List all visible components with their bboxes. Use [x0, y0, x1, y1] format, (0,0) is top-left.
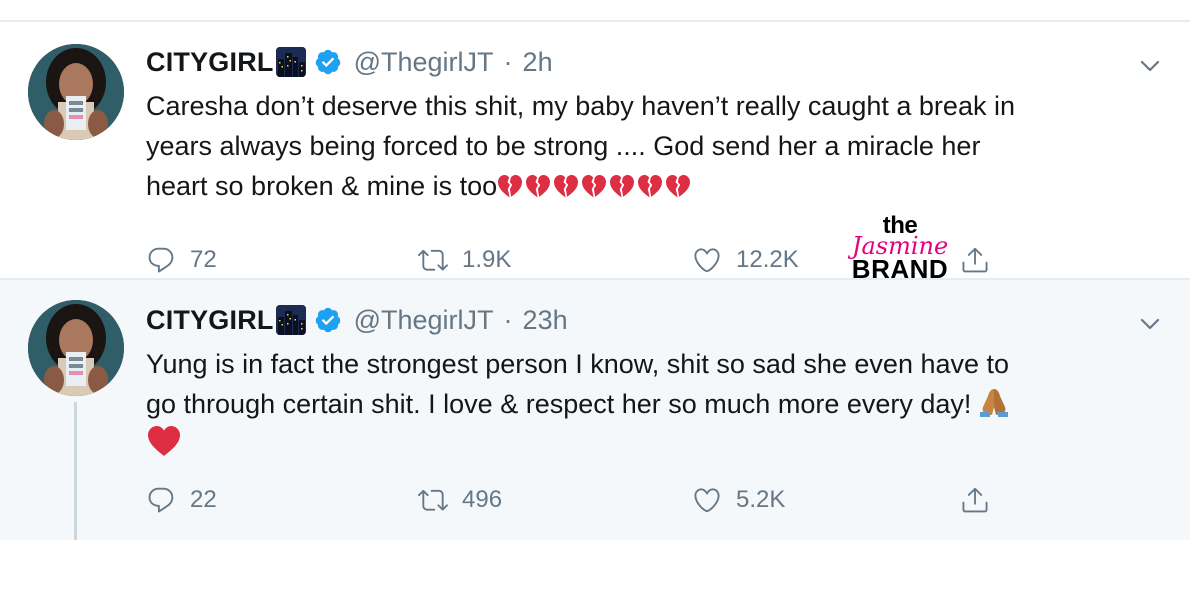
- retweet-icon: [418, 245, 448, 275]
- display-name[interactable]: CITYGIRL: [146, 47, 274, 78]
- tweet-text-line-with-emoji: go through certain shit. I love & respec…: [146, 384, 1166, 424]
- tweet-text-line: Yung is in fact the strongest person I k…: [146, 349, 1010, 379]
- retweet-icon: [418, 485, 448, 515]
- tweet-actions: 22 496 5.2K: [146, 484, 1046, 516]
- retweet-count: 1.9K: [462, 246, 512, 273]
- separator-dot: ·: [503, 46, 513, 77]
- tweet-text-line-emoji-only: [146, 424, 1166, 464]
- tweet-text: Caresha don’t deserve this shit, my baby…: [146, 86, 1166, 206]
- tweet-text-line: heart so broken & mine is too: [146, 171, 498, 201]
- retweet-button[interactable]: 1.9K: [418, 244, 511, 276]
- tweet-text-line: Caresha don’t deserve this shit, my baby…: [146, 91, 1015, 121]
- avatar[interactable]: [28, 44, 124, 140]
- watermark-line: BRAND: [851, 254, 949, 284]
- reply-count: 22: [190, 486, 217, 513]
- folded-hands-icon: [980, 389, 1009, 417]
- broken-heart-icon: [666, 175, 691, 197]
- avatar-image: [28, 300, 124, 396]
- tweet-text-line-last: heart so broken & mine is too: [146, 166, 1166, 206]
- broken-heart-icon: [498, 175, 523, 197]
- share-icon: [960, 485, 990, 515]
- heart-outline-icon: [692, 485, 722, 515]
- like-button[interactable]: 12.2K: [692, 244, 799, 276]
- reply-button[interactable]: 72: [146, 244, 217, 276]
- timestamp[interactable]: 2h: [523, 47, 553, 78]
- broken-heart-icon: [582, 175, 607, 197]
- display-name[interactable]: CITYGIRL: [146, 305, 274, 336]
- broken-heart-icon: [526, 175, 551, 197]
- watermark-logo: the Jasmine BRAND: [830, 214, 970, 284]
- share-button[interactable]: [960, 484, 990, 516]
- like-count: 12.2K: [736, 246, 799, 273]
- red-heart-icon: [148, 426, 180, 456]
- chevron-down-icon[interactable]: [1138, 54, 1162, 78]
- broken-heart-icon: [638, 175, 663, 197]
- reply-icon: [146, 245, 176, 275]
- thread-connector-line: [74, 402, 77, 540]
- tweet-text: Yung is in fact the strongest person I k…: [146, 344, 1166, 464]
- tweet-screenshot: CITYGIRL @ThegirlJT · 2h Caresha don’t d…: [0, 0, 1200, 600]
- like-button[interactable]: 5.2K: [692, 484, 785, 516]
- night-city-icon: [275, 47, 306, 77]
- tweet-header: CITYGIRL: [146, 302, 568, 338]
- broken-heart-icon: [610, 175, 635, 197]
- retweet-count: 496: [462, 486, 503, 513]
- handle[interactable]: @ThegirlJT: [354, 305, 494, 336]
- heart-outline-icon: [692, 245, 722, 275]
- like-count: 5.2K: [736, 486, 786, 513]
- reply-icon: [146, 485, 176, 515]
- tweet-header: CITYGIRL: [146, 44, 553, 80]
- retweet-button[interactable]: 496: [418, 484, 502, 516]
- separator-dot: ·: [503, 304, 513, 335]
- avatar[interactable]: [28, 300, 124, 396]
- tweet-text-line: go through certain shit. I love & respec…: [146, 389, 972, 419]
- tweet-text-line: years always being forced to be strong .…: [146, 131, 981, 161]
- timestamp[interactable]: 23h: [523, 305, 568, 336]
- avatar-image: [28, 44, 124, 140]
- night-city-icon: [275, 305, 306, 335]
- broken-heart-icon: [554, 175, 579, 197]
- verified-badge-icon: [314, 306, 342, 334]
- reply-count: 72: [190, 246, 217, 273]
- handle[interactable]: @ThegirlJT: [354, 47, 494, 78]
- verified-badge-icon: [314, 48, 342, 76]
- chevron-down-icon[interactable]: [1138, 312, 1162, 336]
- broken-hearts-emoji-group: [497, 171, 693, 201]
- tweet[interactable]: CITYGIRL: [0, 22, 1190, 284]
- reply-button[interactable]: 22: [146, 484, 217, 516]
